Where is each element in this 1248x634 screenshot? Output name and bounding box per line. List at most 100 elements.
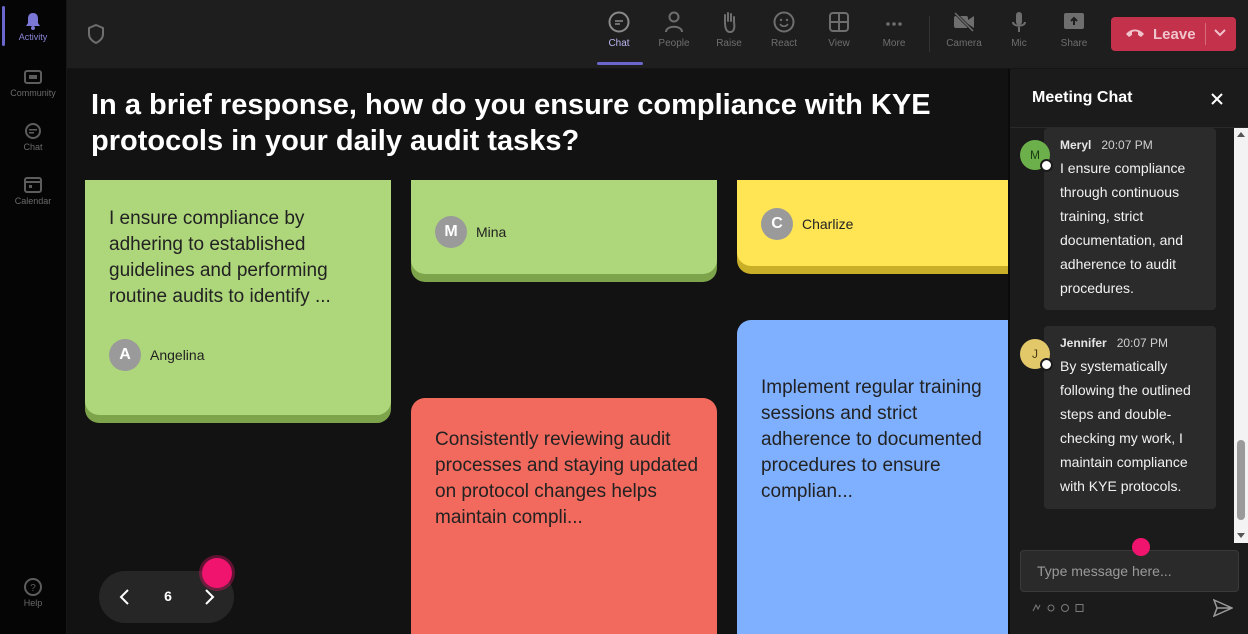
help-icon: ?	[24, 578, 42, 596]
toolbar-raise-button[interactable]: Raise	[706, 10, 752, 49]
response-card[interactable]: M Mina	[411, 180, 717, 274]
avatar-initial: M	[1030, 148, 1040, 162]
response-author: A Angelina	[109, 339, 205, 371]
chat-message-header: Meryl 20:07 PM	[1060, 138, 1206, 152]
leave-divider	[1205, 23, 1206, 45]
toolbar-mic-button[interactable]: Mic	[996, 10, 1042, 49]
toolbar-share-button[interactable]: Share	[1051, 10, 1097, 49]
question-title: In a brief response, how do you ensure c…	[91, 89, 931, 157]
author-name: Mina	[476, 224, 507, 240]
sender-name: Meryl	[1060, 138, 1092, 152]
avatar: J	[1020, 339, 1053, 371]
community-icon	[24, 70, 42, 84]
toolbar-label: People	[658, 38, 690, 49]
scroll-up-icon[interactable]	[1237, 131, 1245, 139]
chat-message-list[interactable]: Meryl 20:07 PM I ensure compliance throug…	[1010, 128, 1234, 543]
toolbar-more-button[interactable]: More	[871, 10, 917, 49]
avatar-initial: J	[1032, 347, 1038, 361]
toolbar-label: Camera	[946, 38, 982, 49]
avatar: M	[1020, 140, 1053, 172]
pointer-indicator	[1132, 538, 1150, 556]
rail-item-community[interactable]: Community	[0, 68, 66, 98]
response-text: I ensure compliance by adhering to estab…	[109, 208, 331, 307]
formatting-icons[interactable]	[1032, 603, 1092, 613]
chat-message-header: Jennifer 20:07 PM	[1060, 336, 1206, 350]
meeting-toolbar: Chat People Raise React View More Camera…	[67, 0, 1248, 69]
toolbar-active-indicator	[597, 62, 643, 65]
rail-label: Community	[10, 88, 56, 98]
rail-label: Activity	[18, 32, 48, 42]
chat-title: Meeting Chat	[1032, 89, 1133, 106]
toolbar-react-button[interactable]: React	[761, 10, 807, 49]
message-text: I ensure compliance through continuous t…	[1060, 160, 1186, 296]
shield-icon[interactable]	[87, 24, 105, 44]
toolbar-people-button[interactable]: People	[651, 10, 697, 49]
sender-name: Jennifer	[1060, 336, 1107, 350]
chevron-down-icon[interactable]	[1213, 26, 1227, 40]
avatar: M	[435, 216, 467, 248]
message-text: By systematically following the outlined…	[1060, 358, 1191, 494]
author-name: Angelina	[150, 347, 205, 363]
toolbar-view-button[interactable]: View	[816, 10, 862, 49]
chat-message: Jennifer 20:07 PM By systematically follo…	[1044, 326, 1216, 509]
grid-view-icon	[829, 12, 849, 32]
response-text: Consistently reviewing audit processes a…	[435, 429, 699, 528]
pointer-indicator	[202, 558, 232, 588]
camera-off-icon	[953, 11, 975, 33]
toolbar-label: Mic	[1011, 38, 1027, 49]
response-card[interactable]: I ensure compliance by adhering to estab…	[85, 180, 391, 415]
chat-bubble-icon	[608, 11, 630, 33]
send-icon[interactable]	[1213, 599, 1233, 617]
toolbar-label: View	[828, 38, 850, 49]
raise-hand-icon	[724, 12, 736, 34]
rail-item-chat[interactable]: Chat	[0, 122, 66, 152]
chat-scrollbar[interactable]	[1234, 128, 1248, 543]
toolbar-label: Chat	[608, 38, 630, 49]
meeting-chat-panel: Meeting Chat Meryl 20:07 PM I ensure comp…	[1009, 69, 1248, 634]
chat-icon	[25, 123, 41, 139]
rail-item-calendar[interactable]: Calendar	[0, 176, 66, 206]
bell-icon	[26, 13, 40, 30]
rail-item-activity[interactable]: Activity	[0, 12, 66, 42]
smiley-icon	[773, 11, 795, 33]
chat-message-input[interactable]	[1020, 550, 1239, 592]
avatar: A	[109, 339, 141, 371]
more-dots-icon	[886, 22, 902, 26]
toolbar-chat-button[interactable]: Chat	[596, 10, 642, 49]
chevron-right-icon[interactable]	[199, 587, 219, 607]
message-time: 20:07 PM	[1116, 336, 1169, 350]
toolbar-label: More	[882, 38, 906, 49]
app-rail: Activity Community Chat Calendar ? Help	[0, 0, 67, 634]
avatar: C	[761, 208, 793, 240]
author-name: Charlize	[802, 216, 854, 232]
response-card[interactable]: C Charlize	[737, 180, 1008, 266]
close-icon[interactable]	[1209, 91, 1225, 107]
response-card[interactable]: Implement regular training sessions and …	[737, 320, 1008, 634]
mic-icon	[1012, 12, 1026, 32]
leave-label: Leave	[1153, 26, 1196, 43]
chat-message: Meryl 20:07 PM I ensure compliance throug…	[1044, 128, 1216, 310]
leave-button[interactable]: Leave	[1111, 17, 1236, 51]
toolbar-label: Share	[1060, 38, 1088, 49]
page-number: 6	[164, 588, 172, 604]
toolbar-camera-button[interactable]: Camera	[941, 10, 987, 49]
response-card[interactable]: Consistently reviewing audit processes a…	[411, 398, 717, 634]
rail-label: Help	[23, 598, 43, 608]
chevron-left-icon[interactable]	[115, 587, 135, 607]
svg-text:?: ?	[30, 583, 36, 594]
rail-item-help[interactable]: ? Help	[0, 578, 66, 608]
scroll-down-icon[interactable]	[1237, 531, 1245, 539]
toolbar-label: Raise	[716, 38, 742, 49]
rail-label: Chat	[23, 142, 43, 152]
toolbar-label: React	[770, 38, 798, 49]
rail-label: Calendar	[14, 196, 52, 206]
presence-dot	[1040, 159, 1053, 172]
presence-dot	[1040, 358, 1053, 371]
hang-up-icon	[1126, 29, 1144, 37]
message-time: 20:07 PM	[1101, 138, 1153, 152]
share-screen-icon	[1064, 13, 1084, 29]
calendar-icon	[24, 177, 42, 193]
presentation-stage: In a brief response, how do you ensure c…	[67, 69, 1008, 634]
response-author: C Charlize	[761, 208, 853, 240]
scrollbar-thumb[interactable]	[1237, 440, 1245, 520]
